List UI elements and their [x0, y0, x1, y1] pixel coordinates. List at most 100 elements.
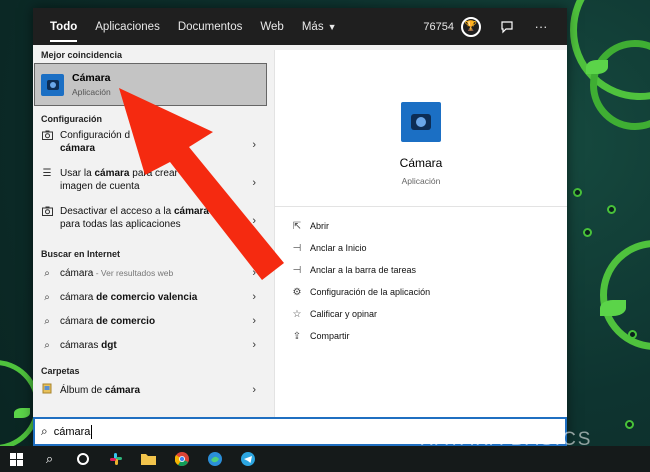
web-item-text: cámaras [60, 339, 99, 351]
web-item[interactable]: ⌕ cámaras dgt › [33, 333, 274, 357]
settings-item-label: Usar la cámara para crear u imagen de cue… [60, 167, 218, 193]
search-icon: ⌕ [44, 291, 50, 303]
section-settings: Configuración [41, 114, 102, 124]
settings-item-bold: cámara [60, 143, 96, 154]
star-icon: ☆ [292, 308, 302, 320]
tab-todo[interactable]: Todo [41, 8, 86, 45]
camera-icon [41, 130, 53, 143]
web-item-bold: dgt [98, 339, 117, 351]
chevron-right-icon[interactable]: › [252, 215, 256, 227]
wallpaper-dot [583, 228, 592, 237]
chevron-right-icon[interactable]: › [252, 139, 256, 151]
slack-icon[interactable] [99, 446, 132, 472]
section-folders: Carpetas [41, 366, 80, 376]
wallpaper-dot [607, 205, 616, 214]
taskbar: ⌕ [0, 446, 650, 472]
web-item-text: cámara [60, 267, 94, 279]
file-explorer-icon[interactable] [132, 446, 165, 472]
web-item[interactable]: ⌕ cámara de comercio › [33, 309, 274, 333]
wallpaper-leaf [600, 300, 626, 316]
action-open[interactable]: ⇱ Abrir [275, 215, 567, 237]
settings-item-text: imagen de cuenta [60, 181, 140, 192]
search-input-value[interactable]: cámara [54, 426, 91, 438]
best-match-title: Cámara [72, 72, 111, 84]
trophy-icon[interactable]: 🏆 [461, 16, 481, 37]
settings-item-text: Configuración d [60, 130, 131, 141]
share-icon: ⇪ [292, 330, 302, 342]
folder-item-text: Álbum de [60, 384, 106, 396]
action-label: Calificar y opinar [310, 309, 378, 319]
wallpaper-dot [625, 420, 634, 429]
action-label: Abrir [310, 221, 330, 231]
action-app-settings[interactable]: ⚙ Configuración de la aplicación [275, 281, 567, 303]
settings-item-account-picture[interactable]: ☰ Usar la cámara para crear u imagen de c… [33, 164, 274, 202]
settings-item-camera-settings[interactable]: Configuración d xxdecámara › [33, 126, 274, 164]
tab-aplicaciones[interactable]: Aplicaciones [86, 8, 169, 45]
chevron-right-icon[interactable]: › [252, 315, 256, 327]
windows-start-icon[interactable] [0, 446, 33, 472]
cortana-icon[interactable] [66, 446, 99, 472]
wallpaper-leaf [14, 408, 30, 418]
chevron-right-icon[interactable]: › [252, 339, 256, 351]
best-match-item[interactable]: Cámara Aplicación [34, 63, 267, 106]
tab-mas[interactable]: Más ▼ [293, 8, 346, 45]
search-icon: ⌕ [44, 267, 50, 279]
camera-app-icon [41, 73, 64, 96]
detail-panel: Cámara Aplicación ⇱ Abrir ⊣ Anclar a Inici… [274, 50, 567, 446]
web-item[interactable]: ⌕ cámara de comercio valencia › [33, 285, 274, 309]
section-web: Buscar en Internet [41, 249, 121, 259]
filter-tabs: Todo Aplicaciones Documentos Web Más ▼ 76… [33, 8, 567, 45]
settings-item-text: para crear u [129, 168, 187, 179]
tab-documentos[interactable]: Documentos [169, 8, 252, 45]
web-item[interactable]: ⌕ cámara - Ver resultados web › [33, 261, 274, 285]
settings-item-text: Usar la [60, 168, 95, 179]
camera-app-icon [401, 102, 441, 142]
web-item-extra: - Ver resultados web [93, 267, 174, 278]
account-icon: ☰ [42, 168, 52, 179]
chevron-right-icon[interactable]: › [252, 177, 256, 189]
search-icon: ⌕ [44, 339, 50, 351]
chevron-right-icon[interactable]: › [252, 384, 256, 396]
action-pin-taskbar[interactable]: ⊣ Anclar a la barra de tareas [275, 259, 567, 281]
settings-item-text: para todas las aplicaciones [60, 219, 181, 230]
pin-icon: ⊣ [292, 242, 302, 254]
wallpaper-leaf [586, 60, 608, 74]
folder-item[interactable]: Álbum de cámara › [33, 378, 274, 402]
action-pin-start[interactable]: ⊣ Anclar a Inicio [275, 237, 567, 259]
web-item-bold: de comercio [93, 315, 156, 327]
wallpaper-dot [573, 188, 582, 197]
settings-item-disable-access[interactable]: Desactivar el acceso a la cámara para tod… [33, 202, 274, 240]
best-match-subtitle: Aplicación [72, 87, 111, 97]
action-label: Configuración de la aplicación [310, 287, 431, 297]
settings-item-text: Desactivar el acceso a la [60, 206, 174, 217]
action-rate[interactable]: ☆ Calificar y opinar [275, 303, 567, 325]
chevron-right-icon[interactable]: › [252, 267, 256, 279]
start-menu-search: Todo Aplicaciones Documentos Web Más ▼ 76… [33, 8, 567, 446]
web-item-text: cámara [60, 315, 94, 327]
wallpaper-dot [628, 330, 637, 339]
feedback-icon[interactable] [499, 19, 515, 35]
chevron-right-icon[interactable]: › [252, 291, 256, 303]
web-item-bold: de comercio valencia [93, 291, 198, 303]
wallpaper-vine [600, 240, 650, 350]
search-icon[interactable]: ⌕ [33, 446, 66, 472]
settings-item-label: Desactivar el acceso a la cámara para tod… [60, 205, 218, 231]
search-icon: ⌕ [44, 315, 50, 327]
text-cursor [91, 424, 93, 439]
chevron-down-icon: ▼ [327, 21, 337, 32]
tab-web[interactable]: Web [251, 8, 292, 45]
action-share[interactable]: ⇪ Compartir [275, 325, 567, 347]
open-icon: ⇱ [292, 220, 302, 232]
settings-item-bold: cámara [94, 168, 130, 179]
gear-icon: ⚙ [292, 286, 302, 298]
detail-title: Cámara [399, 156, 443, 170]
more-options-icon[interactable]: ··· [533, 19, 549, 35]
tab-mas-label: Más [301, 20, 324, 33]
action-label: Compartir [310, 331, 350, 341]
settings-item-bold: cámara [173, 206, 209, 217]
telegram-icon[interactable] [231, 446, 264, 472]
pin-icon: ⊣ [292, 264, 302, 276]
edge-icon[interactable] [198, 446, 231, 472]
settings-item-label: Configuración d xxdecámara [60, 129, 218, 155]
chrome-icon[interactable] [165, 446, 198, 472]
